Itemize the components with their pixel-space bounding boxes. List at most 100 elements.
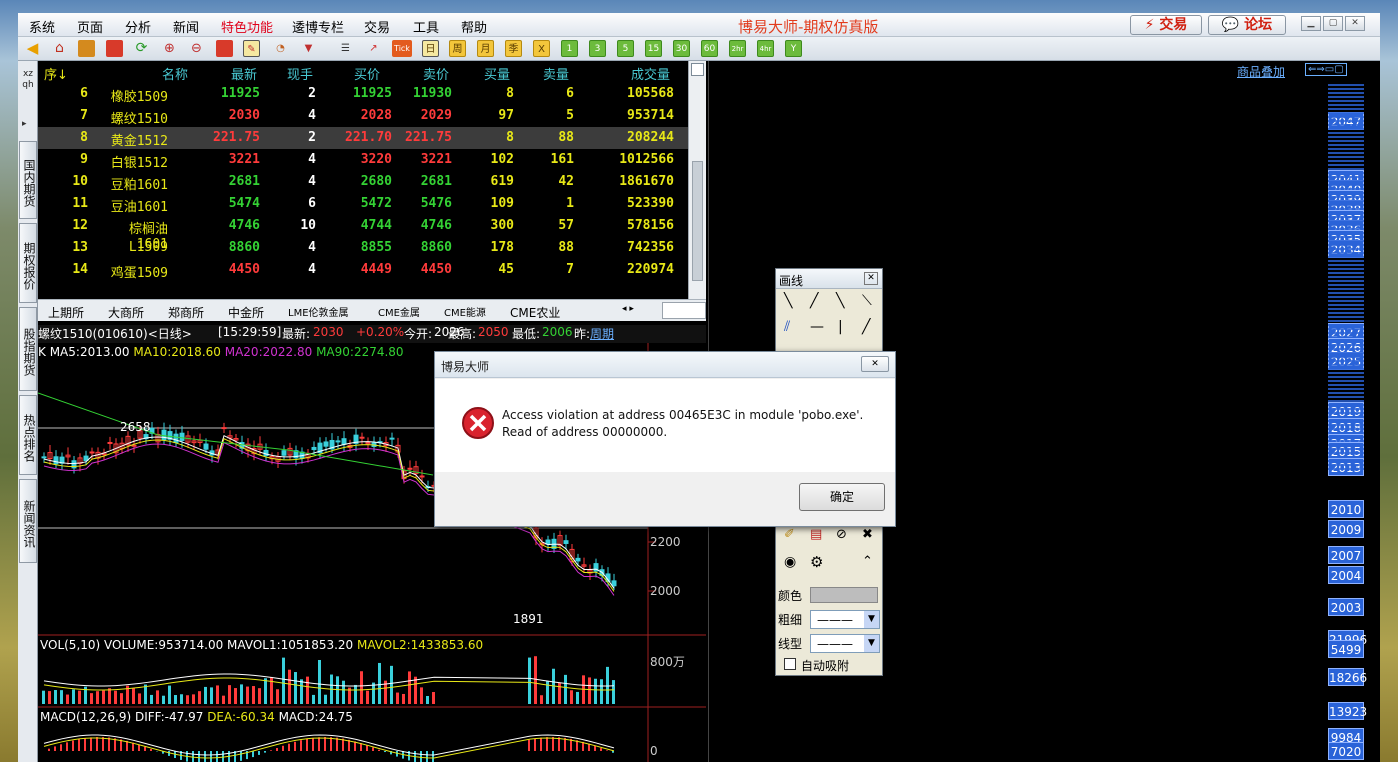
chevron-down-icon[interactable]: ▼ <box>864 611 879 628</box>
draw-close-icon[interactable]: ✕ <box>864 272 878 285</box>
chevron-down-icon[interactable]: ▼ <box>864 635 879 652</box>
side-tab-domestic-futures[interactable]: 国内期货 <box>19 141 37 219</box>
period-2hr[interactable]: 2hr <box>729 40 746 57</box>
pie-icon[interactable]: ◔ <box>272 40 289 57</box>
exchange-tab-dce[interactable]: 大商所 <box>108 304 144 321</box>
tab-scroller[interactable] <box>662 302 706 319</box>
tick-button[interactable]: Tick <box>392 40 412 57</box>
quote-row[interactable]: 14 鸡蛋1509 4450 4 4449 4450 45 7 220974 <box>38 259 706 281</box>
weight-select[interactable]: ——— ▼ <box>810 610 880 629</box>
palette-icon[interactable]: ▤ <box>810 527 822 542</box>
menu-features[interactable]: 特色功能 <box>221 17 273 36</box>
trend-tool-icon[interactable]: ╱ <box>862 319 870 335</box>
side-arrow-icon[interactable]: ▸ <box>22 119 27 129</box>
quote-row[interactable]: 6 橡胶1509 11925 2 11925 11930 8 6 105568 <box>38 83 706 105</box>
quote-icon[interactable] <box>106 40 123 57</box>
header-ask-vol[interactable]: 卖量 <box>543 64 569 83</box>
menu-news[interactable]: 新闻 <box>173 17 199 36</box>
header-name[interactable]: 名称 <box>162 64 188 83</box>
period-30min[interactable]: 30 <box>673 40 690 57</box>
menu-trade[interactable]: 交易 <box>364 17 390 36</box>
scroll-thumb[interactable] <box>692 161 703 281</box>
vline-tool-icon[interactable]: | <box>838 319 843 335</box>
close-window-button[interactable]: ✕ <box>1345 16 1365 31</box>
minimize-button[interactable]: ▁ <box>1301 16 1321 31</box>
line-tool-icon[interactable]: ╲ <box>784 293 792 309</box>
eye-icon[interactable]: ◉ <box>784 554 796 570</box>
ok-button[interactable]: 确定 <box>799 483 885 511</box>
hline-tool-icon[interactable]: — <box>810 319 824 335</box>
zoom-in-icon[interactable]: ⊕ <box>161 40 178 57</box>
menu-column[interactable]: 逶博专栏 <box>292 17 344 36</box>
header-bid-vol[interactable]: 买量 <box>484 64 510 83</box>
exchange-tab-cme-agri[interactable]: CME农业 <box>510 304 560 321</box>
exchange-tab-cffex[interactable]: 中金所 <box>228 304 264 321</box>
forum-button[interactable]: 💬 论坛 <box>1208 15 1286 35</box>
quote-row[interactable]: 11 豆油1601 5474 6 5472 5476 109 1 523390 <box>38 193 706 215</box>
period-year[interactable]: Y <box>785 40 802 57</box>
collapse-icon[interactable]: ⌃ <box>862 554 873 569</box>
header-volume[interactable]: 现手 <box>287 64 313 83</box>
window-icon[interactable] <box>216 40 233 57</box>
gear-icon[interactable]: ⚙ <box>810 553 823 571</box>
period-60min[interactable]: 60 <box>701 40 718 57</box>
period-week[interactable]: 周 <box>449 40 466 57</box>
hide-icon[interactable]: ⊘ <box>836 527 847 542</box>
quote-scrollbar[interactable] <box>688 61 706 299</box>
back-icon[interactable]: ◀ <box>24 40 41 57</box>
list-icon[interactable]: ☰ <box>337 40 354 57</box>
menu-tools[interactable]: 工具 <box>413 17 439 36</box>
trade-button[interactable]: ⚡ 交易 <box>1130 15 1202 35</box>
pencil-icon[interactable]: ✎ <box>243 40 260 57</box>
period-15min[interactable]: 15 <box>645 40 662 57</box>
header-last[interactable]: 最新 <box>231 64 257 83</box>
segment-tool-icon[interactable]: ╲ <box>836 293 844 309</box>
line-chart-icon[interactable]: ↗ <box>365 40 382 57</box>
ray-tool-icon[interactable]: ╱ <box>810 293 818 309</box>
header-total[interactable]: 成交量 <box>631 64 670 83</box>
color-swatch[interactable] <box>810 587 878 603</box>
menu-system[interactable]: 系统 <box>29 17 55 36</box>
scroll-corner-icon[interactable] <box>691 63 704 76</box>
quote-row[interactable]: 10 豆粕1601 2681 4 2680 2681 619 42 1861670 <box>38 171 706 193</box>
panel-nav-icons[interactable]: ⇐⇒▭▢ <box>1305 63 1347 76</box>
side-tab-hot-ranking[interactable]: 热点排名 <box>19 395 37 475</box>
menu-analysis[interactable]: 分析 <box>125 17 151 36</box>
auto-snap-checkbox[interactable] <box>784 658 796 670</box>
header-no[interactable]: 序↓ <box>44 64 68 83</box>
period-1min[interactable]: 1 <box>561 40 578 57</box>
exchange-tab-lme[interactable]: LME伦敦金属 <box>288 304 349 319</box>
exchange-tab-shfe[interactable]: 上期所 <box>48 304 84 321</box>
header-ask[interactable]: 卖价 <box>423 64 449 83</box>
exchange-tab-czce[interactable]: 郑商所 <box>168 304 204 321</box>
exchange-tab-cme-energy[interactable]: CME能源 <box>444 304 486 319</box>
filter-icon[interactable]: ▼ <box>300 40 317 57</box>
quote-row[interactable]: 8 黄金1512 221.75 2 221.70 221.75 8 88 208244 <box>38 127 706 149</box>
parallel-tool-icon[interactable]: ⫽ <box>784 319 790 335</box>
style-select[interactable]: ——— ▼ <box>810 634 880 653</box>
period-5min[interactable]: 5 <box>617 40 634 57</box>
header-bid[interactable]: 买价 <box>354 64 380 83</box>
maximize-button[interactable]: ▢ <box>1323 16 1343 31</box>
menu-help[interactable]: 帮助 <box>461 17 487 36</box>
period-quarter[interactable]: 季 <box>505 40 522 57</box>
side-tab-option-quotes[interactable]: 期权报价 <box>19 223 37 303</box>
period-day[interactable]: 日 <box>422 40 439 57</box>
period-4hr[interactable]: 4hr <box>757 40 774 57</box>
quote-row[interactable]: 9 白银1512 3221 4 3220 3221 102 161 1012566 <box>38 149 706 171</box>
period-3min[interactable]: 3 <box>589 40 606 57</box>
home-icon[interactable]: ⌂ <box>51 40 68 57</box>
side-tab-index-futures[interactable]: 股指期货 <box>19 307 37 391</box>
tab-scroll-arrows[interactable]: ◂ ▸ <box>622 304 634 314</box>
side-tab-news[interactable]: 新闻资讯 <box>19 479 37 563</box>
overlay-commodity-link[interactable]: 商品叠加 <box>1237 63 1285 80</box>
period-month[interactable]: 月 <box>477 40 494 57</box>
quote-row[interactable]: 7 螺纹1510 2030 4 2028 2029 97 5 953714 <box>38 105 706 127</box>
delete-all-icon[interactable]: ✖ <box>862 527 873 542</box>
quote-row[interactable]: 12 棕榈油1601 4746 10 4744 4746 300 57 578156 <box>38 215 706 252</box>
zoom-out-icon[interactable]: ⊖ <box>188 40 205 57</box>
refresh-icon[interactable]: ⟳ <box>133 40 150 57</box>
notebook-icon[interactable] <box>78 40 95 57</box>
quote-row[interactable]: 13 L1509 8860 4 8855 8860 178 88 742356 <box>38 237 706 259</box>
arrow-tool-icon[interactable]: ⟍ <box>862 293 872 309</box>
